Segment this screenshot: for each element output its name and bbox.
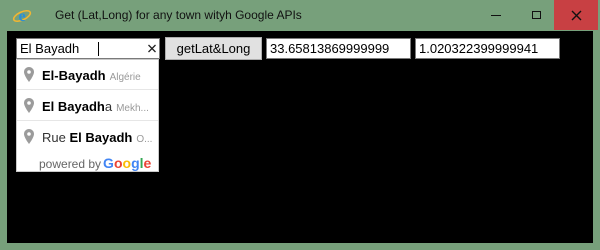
text-caret <box>98 42 99 56</box>
maximize-icon <box>532 11 541 19</box>
close-icon <box>571 10 581 20</box>
window-title: Get (Lat,Long) for any town wityh Google… <box>55 8 302 22</box>
longitude-field[interactable]: 1.020322399999941 <box>415 38 560 59</box>
suggestion-text: El-Bayadh Algérie <box>42 68 141 83</box>
search-value: El Bayadh <box>20 41 80 56</box>
latitude-field[interactable]: 33.65813869999999 <box>266 38 411 59</box>
get-lat-long-button[interactable]: getLat&Long <box>165 37 262 60</box>
svg-text:e: e <box>18 8 25 25</box>
minimize-button[interactable] <box>474 0 518 30</box>
search-input[interactable]: El Bayadh <box>16 38 160 59</box>
map-pin-icon <box>24 67 34 82</box>
title-bar[interactable]: e Get (Lat,Long) for any town wityh Goog… <box>0 0 600 31</box>
powered-by-google: powered by Google <box>39 155 151 171</box>
minimize-icon <box>491 14 501 16</box>
close-button[interactable] <box>554 0 598 30</box>
map-pin-icon <box>24 129 34 144</box>
suggestion-item[interactable]: Rue El Bayadh O... <box>17 122 158 152</box>
suggestion-item[interactable]: El-Bayadh Algérie <box>17 60 158 90</box>
app-window: e Get (Lat,Long) for any town wityh Goog… <box>0 0 600 250</box>
powered-by-label: powered by <box>39 157 102 171</box>
maximize-button[interactable] <box>518 0 555 30</box>
suggestion-text: El Bayadha Mekh... <box>42 99 149 114</box>
internet-explorer-icon: e <box>12 8 32 25</box>
autocomplete-dropdown: El-Bayadh Algérie El Bayadha Mekh... Rue E… <box>16 59 159 172</box>
google-logo: Google <box>103 155 152 171</box>
clear-icon[interactable] <box>147 41 157 55</box>
suggestion-text: Rue El Bayadh O... <box>42 130 153 145</box>
suggestion-item[interactable]: El Bayadha Mekh... <box>17 91 158 121</box>
map-pin-icon <box>24 98 34 113</box>
